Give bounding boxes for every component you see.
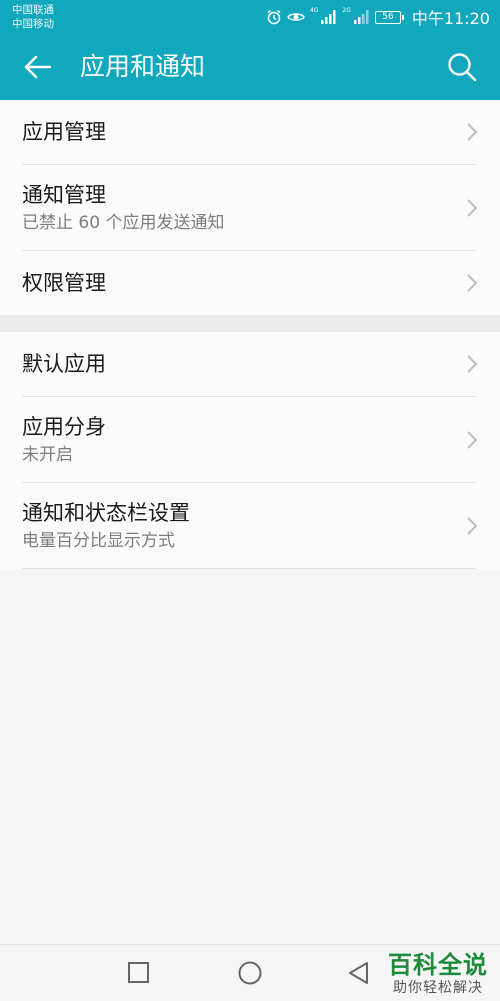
signal-icon-2 (353, 10, 370, 24)
nav-back-button[interactable] (345, 959, 373, 987)
list-item-title: 通知和状态栏设置 (22, 500, 190, 525)
settings-list: 应用管理 通知管理 已禁止 60 个应用发送通知 权限管理 默认应用 应用分身 … (0, 100, 500, 569)
chevron-right-icon (467, 274, 478, 292)
list-item-notification-status-bar[interactable]: 通知和状态栏设置 电量百分比显示方式 (22, 483, 478, 569)
chevron-right-icon (467, 430, 478, 449)
alarm-icon (266, 9, 282, 25)
list-item-title: 权限管理 (22, 271, 106, 295)
status-time: 中午11:20 (411, 9, 490, 28)
network-type-1: 4G (309, 7, 319, 14)
carrier-1: 中国联通 (12, 4, 54, 16)
battery-level: 56 (382, 12, 394, 22)
chevron-right-icon (467, 516, 478, 535)
eye-comfort-icon (287, 11, 305, 23)
home-button[interactable] (236, 959, 264, 987)
search-icon (448, 53, 477, 82)
chevron-right-icon (467, 355, 478, 373)
list-item-subtitle: 已禁止 60 个应用发送通知 (22, 212, 225, 233)
list-item-app-management[interactable]: 应用管理 (22, 100, 478, 165)
square-icon (128, 962, 149, 983)
page-title: 应用和通知 (80, 52, 206, 81)
group-divider (0, 315, 500, 332)
triangle-back-icon (349, 962, 368, 984)
list-item-title: 应用分身 (22, 414, 106, 439)
navigation-bar (0, 944, 500, 1001)
signal-icon (321, 10, 337, 24)
list-item-subtitle: 未开启 (22, 444, 73, 465)
carrier-2: 中国移动 (12, 18, 54, 30)
list-item-notification-management[interactable]: 通知管理 已禁止 60 个应用发送通知 (22, 165, 478, 251)
battery-icon: 56 (374, 10, 404, 24)
top-bar: 中国联通 中国移动 4G 2G 56 中午11:20 应用和通知 (0, 0, 500, 100)
list-item-app-twin[interactable]: 应用分身 未开启 (22, 397, 478, 483)
status-bar: 中国联通 中国移动 4G 2G 56 中午11:20 (0, 0, 500, 34)
status-icons: 4G 2G 56 中午11:20 (266, 6, 490, 28)
arrow-left-icon (24, 55, 52, 79)
list-item-title: 应用管理 (22, 120, 106, 144)
list-item-permission-management[interactable]: 权限管理 (22, 251, 478, 315)
chevron-right-icon (467, 123, 478, 141)
settings-group-2: 默认应用 应用分身 未开启 通知和状态栏设置 电量百分比显示方式 (0, 332, 500, 569)
list-item-title: 默认应用 (22, 352, 106, 376)
circle-icon (238, 961, 262, 985)
chevron-right-icon (467, 198, 478, 217)
back-button[interactable] (22, 53, 54, 81)
settings-group-1: 应用管理 通知管理 已禁止 60 个应用发送通知 权限管理 (0, 100, 500, 315)
list-item-title: 通知管理 (22, 182, 106, 207)
network-type-2: 2G (342, 7, 351, 14)
search-button[interactable] (446, 51, 478, 83)
app-bar: 应用和通知 (0, 34, 500, 100)
recents-button[interactable] (125, 959, 153, 987)
list-item-default-apps[interactable]: 默认应用 (22, 332, 478, 397)
list-item-subtitle: 电量百分比显示方式 (22, 530, 175, 551)
carrier-info: 中国联通 中国移动 (12, 3, 54, 31)
